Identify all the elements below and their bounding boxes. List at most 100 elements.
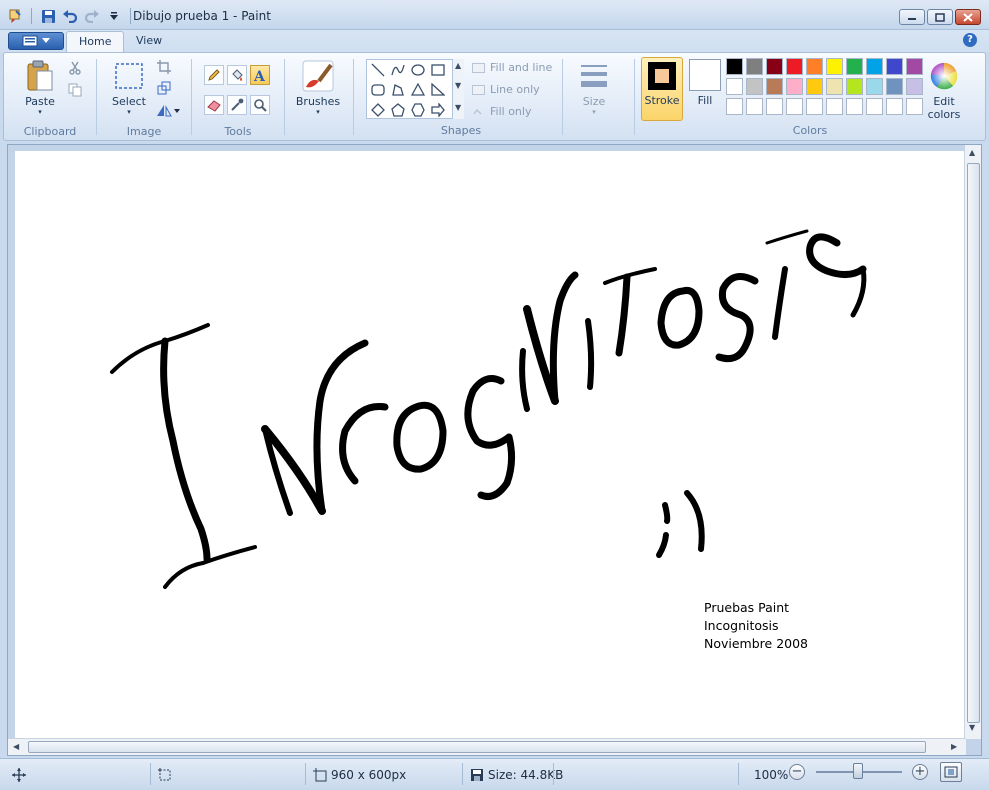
size-button[interactable]: Size ▾ (570, 59, 618, 116)
arrow-shape-icon[interactable] (429, 101, 447, 119)
maximize-button[interactable] (927, 9, 953, 25)
copy-icon[interactable] (66, 81, 84, 99)
palette-swatch-2-6[interactable] (826, 78, 843, 95)
palette-swatch-3-2[interactable] (746, 98, 763, 115)
status-bar: 960 x 600px Size: 44.8KB 100% − + (0, 758, 989, 790)
fit-to-window-button[interactable] (940, 762, 962, 782)
help-icon[interactable]: ? (963, 33, 977, 47)
palette-swatch-3-10[interactable] (906, 98, 923, 115)
fill-bucket-tool[interactable] (227, 65, 247, 85)
pentagon-shape-icon[interactable] (389, 101, 407, 119)
stroke-color-button[interactable]: Stroke (641, 57, 683, 121)
brushes-button[interactable]: Brushes ▾ (293, 59, 343, 116)
fill-color-button[interactable]: Fill (687, 57, 723, 121)
ribbon: Paste ▾ Clipboard Select ▾ Image A Tools… (3, 52, 986, 141)
palette-swatch-1-9[interactable] (886, 58, 903, 75)
zoom-slider-thumb[interactable] (853, 763, 863, 779)
palette-swatch-2-1[interactable] (726, 78, 743, 95)
disk-icon (471, 769, 483, 781)
horizontal-scrollbar[interactable]: ◀ ▶ (8, 738, 966, 755)
text-tool[interactable]: A (250, 65, 270, 85)
fill-only-option[interactable]: Fill only (472, 105, 531, 118)
palette-swatch-3-6[interactable] (826, 98, 843, 115)
palette-swatch-3-3[interactable] (766, 98, 783, 115)
palette-swatch-2-4[interactable] (786, 78, 803, 95)
triangle-shape-icon[interactable] (409, 81, 427, 99)
palette-swatch-2-10[interactable] (906, 78, 923, 95)
tab-view[interactable]: View (124, 31, 174, 52)
drawing-canvas[interactable]: Pruebas Paint Incognitosis Noviembre 2008 (15, 151, 966, 739)
redo-icon[interactable] (83, 7, 101, 25)
crop-icon[interactable] (155, 58, 173, 76)
paste-button[interactable]: Paste ▾ (18, 59, 62, 116)
vertical-scrollbar[interactable]: ▲ ▼ (964, 145, 981, 739)
palette-swatch-3-9[interactable] (886, 98, 903, 115)
fill-swatch (689, 59, 721, 91)
palette-swatch-2-5[interactable] (806, 78, 823, 95)
save-icon[interactable] (39, 7, 57, 25)
palette-swatch-2-7[interactable] (846, 78, 863, 95)
palette-swatch-2-8[interactable] (866, 78, 883, 95)
palette-swatch-3-1[interactable] (726, 98, 743, 115)
shapes-group-label: Shapes (440, 124, 482, 137)
hexagon-shape-icon[interactable] (409, 101, 427, 119)
resize-icon[interactable] (155, 79, 173, 97)
color-picker-tool[interactable] (227, 95, 247, 115)
application-menu-button[interactable] (8, 32, 64, 50)
diamond-shape-icon[interactable] (369, 101, 387, 119)
palette-swatch-1-5[interactable] (806, 58, 823, 75)
palette-swatch-2-3[interactable] (766, 78, 783, 95)
fill-and-line-option[interactable]: Fill and line (472, 61, 552, 74)
line-only-option[interactable]: Line only (472, 83, 540, 96)
rounded-rectangle-shape-icon[interactable] (369, 81, 387, 99)
palette-swatch-1-8[interactable] (866, 58, 883, 75)
text-a-icon: A (253, 69, 266, 82)
paint-app-icon[interactable] (6, 7, 24, 25)
polygon-shape-icon[interactable] (389, 81, 407, 99)
palette-swatch-2-2[interactable] (746, 78, 763, 95)
pencil-tool[interactable] (204, 65, 224, 85)
palette-swatch-3-8[interactable] (866, 98, 883, 115)
customize-toolbar-chevron-icon[interactable] (105, 7, 123, 25)
rectangle-shape-icon[interactable] (429, 61, 447, 79)
shapes-gallery-scrollbar[interactable]: ▲ ▼ ▼ (452, 59, 464, 119)
palette-swatch-1-1[interactable] (726, 58, 743, 75)
tab-home[interactable]: Home (66, 31, 125, 52)
zoom-in-button[interactable]: + (912, 764, 928, 780)
handwritten-drawing (110, 229, 867, 589)
eraser-icon (207, 100, 221, 112)
palette-swatch-1-3[interactable] (766, 58, 783, 75)
oval-shape-icon[interactable] (409, 61, 427, 79)
file-size: Size: 44.8KB (470, 764, 563, 786)
vertical-scroll-thumb[interactable] (967, 163, 980, 723)
palette-swatch-1-7[interactable] (846, 58, 863, 75)
palette-swatch-1-4[interactable] (786, 58, 803, 75)
magnifier-tool[interactable] (250, 95, 270, 115)
image-group-label: Image (126, 125, 162, 138)
minimize-icon (908, 18, 916, 20)
minimize-button[interactable] (899, 9, 925, 25)
eraser-tool[interactable] (204, 95, 224, 115)
edit-colors-button[interactable]: Edit colors (922, 59, 966, 121)
palette-swatch-1-10[interactable] (906, 58, 923, 75)
brush-icon (301, 59, 335, 93)
undo-icon[interactable] (61, 7, 79, 25)
close-button[interactable] (955, 9, 981, 25)
palette-swatch-3-4[interactable] (786, 98, 803, 115)
stroke-swatch (648, 62, 676, 90)
palette-swatch-1-6[interactable] (826, 58, 843, 75)
palette-swatch-3-7[interactable] (846, 98, 863, 115)
horizontal-scroll-thumb[interactable] (28, 741, 926, 753)
right-triangle-shape-icon[interactable] (429, 81, 447, 99)
palette-swatch-1-2[interactable] (746, 58, 763, 75)
fill-bucket-icon (232, 69, 243, 81)
curve-shape-icon[interactable] (389, 61, 407, 79)
palette-swatch-3-5[interactable] (806, 98, 823, 115)
zoom-out-button[interactable]: − (789, 764, 805, 780)
palette-swatch-2-9[interactable] (886, 78, 903, 95)
cut-icon[interactable] (66, 59, 84, 77)
pencil-icon (208, 69, 220, 81)
rotate-icon[interactable] (155, 101, 181, 119)
line-shape-icon[interactable] (369, 61, 387, 79)
select-button[interactable]: Select ▾ (107, 59, 151, 116)
